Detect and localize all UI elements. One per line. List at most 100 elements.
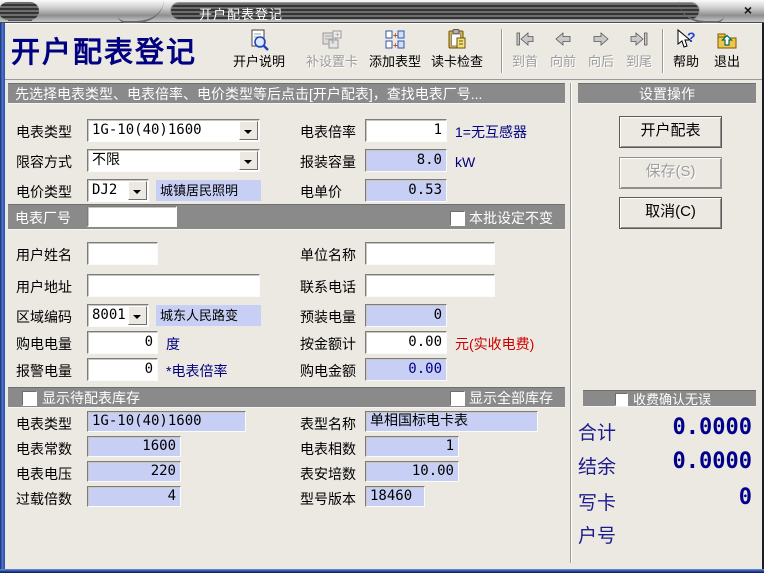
capacity-field: 8.0 [365,149,447,172]
user-name-input[interactable] [87,242,158,265]
price-type-desc: 城镇居民照明 [156,180,261,201]
app-window: ≤ 开户配表登记 × 开户配表登记 开户说明 +* 补设置卡 ++ 添加 [0,0,764,573]
svg-text:*: * [331,39,335,49]
toolbar-button-nav-prev: 向前 [545,26,581,76]
batch-fixed-checkbox[interactable] [450,211,465,226]
open-account-button[interactable]: 开户配表 [619,116,722,148]
info-amperage-field: 10.00 [365,461,459,482]
phone-input[interactable] [365,274,495,297]
preload-value: 0 [434,307,442,323]
balance-label: 结余 [578,452,616,479]
fee-confirm-checkbox[interactable] [615,393,628,406]
toolbar-label: 向后 [583,54,619,70]
multiplier-input[interactable]: 1 [365,119,447,142]
info-constant-value: 1600 [142,438,176,454]
by-amount-label: 按金额计 [300,334,356,354]
toolbar-button-nav-first: 到首 [507,26,543,76]
info-voltage-value: 220 [151,463,176,479]
unit-price-field: 0.53 [365,179,447,202]
by-amount-input[interactable]: 0.00 [365,331,447,354]
purchase-amount-field: 0.00 [365,358,447,381]
by-amount-note: 元(实收电费) [455,334,534,354]
limit-mode-label: 限容方式 [16,152,72,172]
toolbar-button-open-help[interactable]: 开户说明 [229,26,289,76]
user-address-input[interactable] [87,274,260,297]
fee-confirm-label: 收费确认无误 [633,391,711,408]
show-pending-stock-checkbox[interactable] [22,391,37,406]
alarm-qty-input[interactable]: 0 [87,358,158,381]
toolbar-button-add-meter-type[interactable]: ++ 添加表型 [365,26,425,76]
alarm-qty-label: 报警电量 [16,361,72,381]
toolbar-button-nav-next: 向后 [583,26,619,76]
toolbar-button-help[interactable]: ? 帮助 [667,26,705,76]
window-title: 开户配表登记 [199,4,283,23]
purchase-qty-label: 购电电量 [16,334,72,354]
svg-text:+: + [393,41,398,50]
page-title: 开户配表登记 [11,29,197,71]
purchase-qty-input[interactable]: 0 [87,331,158,354]
factory-number-input[interactable] [87,206,177,227]
info-constant-field: 1600 [87,436,181,457]
show-all-stock-checkbox[interactable] [450,391,465,406]
meter-type-value: 1G-10(40)1600 [92,122,202,138]
meter-type-combobox[interactable]: 1G-10(40)1600 [87,119,260,142]
area-code-desc: 城东人民路变 [156,305,261,326]
panel-divider [570,83,572,563]
org-name-label: 单位名称 [300,245,356,265]
open-account-label: 开户配表 [640,122,700,139]
toolbar-separator [662,29,664,73]
multiplier-value: 1 [434,122,442,138]
svg-text:?: ? [687,29,696,45]
info-model-name-label: 表型名称 [300,414,356,434]
cancel-button[interactable]: 取消(C) [619,197,722,229]
balance-value: 0.0000 [673,449,752,474]
by-amount-value: 0.00 [408,334,442,350]
info-model-name-field: 单相国标电卡表 [365,411,538,432]
price-type-combobox[interactable]: DJ2 [87,179,149,202]
chevron-down-icon[interactable] [128,181,147,200]
write-card-value: 0 [739,485,752,510]
info-amperage-label: 表安培数 [300,464,356,484]
account-number-label: 户号 [578,521,616,548]
stock-bar: 显示待配表库存 显示全部库存 [8,387,565,408]
titlebar-stripe-stub [0,2,39,20]
toolbar-separator [501,29,503,73]
capacity-label: 报装容量 [300,152,356,172]
info-phases-field: 1 [365,436,459,457]
info-model-name-value: 单相国标电卡表 [370,413,468,429]
toolbar-button-nav-last: 到尾 [621,26,657,76]
cancel-label: 取消(C) [645,203,696,220]
toolbar-button-exit[interactable]: 退出 [707,26,747,76]
info-version-value: 18460 [370,488,412,504]
close-button[interactable]: × [740,2,756,18]
hint-bar: 先选择电表类型、电表倍率、电价类型等后点击[开户配表]，查找电表厂号... [8,83,565,104]
price-type-label: 电价类型 [16,182,72,202]
user-name-label: 用户姓名 [16,245,72,265]
phone-label: 联系电话 [300,277,356,297]
toolbar-button-read-card-check[interactable]: 读卡检查 [427,26,487,76]
preload-label: 预装电量 [300,307,356,327]
multiplier-label: 电表倍率 [300,122,356,142]
svg-text:+: + [393,31,398,40]
exit-icon [707,28,747,54]
info-version-field: 18460 [365,486,425,507]
org-name-input[interactable] [365,242,495,265]
title-bar[interactable]: ≤ 开户配表登记 × [0,0,764,23]
titlebar-swoosh-left [118,0,164,23]
toolbar-label: 补设置卡 [301,54,363,70]
chevron-down-icon[interactable] [128,306,147,325]
purchase-amount-label: 购电金额 [300,361,356,381]
limit-mode-combobox[interactable]: 不限 [87,149,260,172]
show-pending-stock-label: 显示待配表库存 [42,388,140,409]
toolbar-label: 添加表型 [365,54,425,70]
chevron-down-icon[interactable] [239,151,258,170]
nav-first-icon [507,28,543,54]
nav-prev-icon [545,28,581,54]
chevron-down-icon[interactable] [239,121,258,140]
capacity-unit: kW [455,152,475,172]
purchase-qty-unit: 度 [166,334,180,354]
total-value: 0.0000 [673,415,752,440]
alarm-qty-value: 0 [145,361,153,377]
area-code-combobox[interactable]: 8001 [87,304,149,327]
preload-field: 0 [365,304,447,327]
